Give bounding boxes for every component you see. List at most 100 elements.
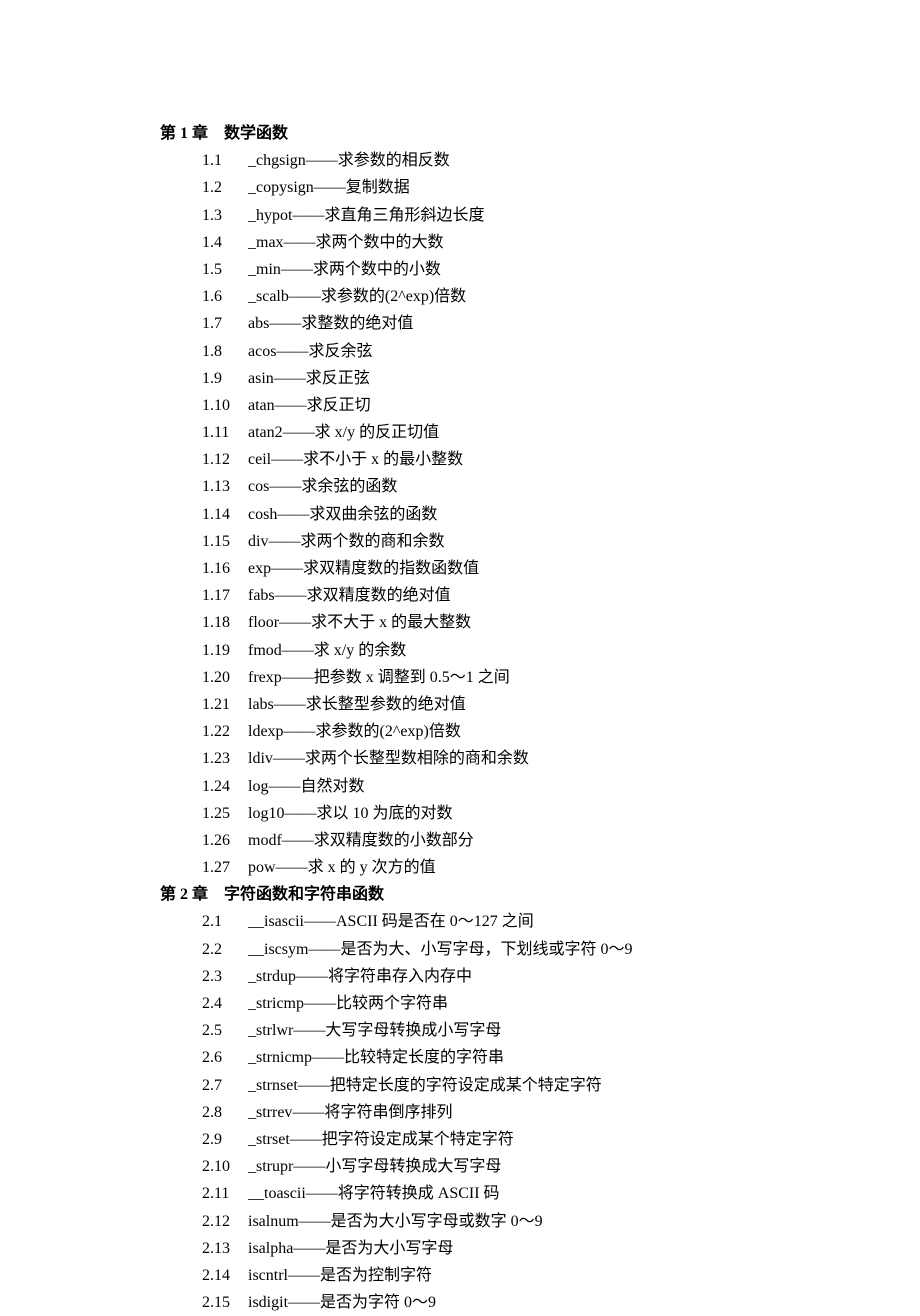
toc-item-desc: ——求两个长整型数相除的商和余数 — [273, 750, 529, 767]
toc-item-number: 1.17 — [202, 582, 248, 609]
chapter-2-title: 第 2 章 字符函数和字符串函数 — [160, 881, 920, 908]
toc-item: 2.14iscntrl——是否为控制字符 — [202, 1262, 920, 1289]
toc-item-number: 1.20 — [202, 664, 248, 691]
toc-item-func: _strlwr — [248, 1022, 293, 1039]
toc-item: 2.10_strupr——小写字母转换成大写字母 — [202, 1153, 920, 1180]
toc-item-desc: ——是否为大小写字母 — [293, 1240, 453, 1257]
chapter-name: 数学函数 — [224, 125, 288, 142]
toc-item-desc: ——求参数的相反数 — [306, 152, 450, 169]
toc-item-number: 1.4 — [202, 229, 248, 256]
toc-item-desc: ——是否为字符 0～9 — [288, 1294, 436, 1311]
toc-item: 1.13cos——求余弦的函数 — [202, 473, 920, 500]
toc-item-body: _hypot——求直角三角形斜边长度 — [248, 202, 484, 229]
document-page: 第 1 章 数学函数 1.1_chgsign——求参数的相反数1.2_copys… — [0, 0, 920, 1316]
toc-item-desc: ——求双精度数的小数部分 — [282, 832, 474, 849]
chapter-mid: 章 — [192, 886, 224, 903]
toc-item-func: _strset — [248, 1131, 290, 1148]
toc-item: 1.5_min——求两个数中的小数 — [202, 256, 920, 283]
toc-item: 1.6_scalb——求参数的(2^exp)倍数 — [202, 283, 920, 310]
toc-item-body: isalpha——是否为大小写字母 — [248, 1235, 453, 1262]
toc-item-number: 2.4 — [202, 990, 248, 1017]
toc-item-body: _max——求两个数中的大数 — [248, 229, 444, 256]
toc-item: 1.9asin——求反正弦 — [202, 365, 920, 392]
toc-item-number: 1.22 — [202, 718, 248, 745]
toc-item-func: pow — [248, 859, 276, 876]
toc-item-number: 1.3 — [202, 202, 248, 229]
toc-item-desc: ——求反余弦 — [276, 343, 372, 360]
toc-item-desc: ——求双精度数的指数函数值 — [271, 560, 479, 577]
toc-item-func: fabs — [248, 587, 275, 604]
toc-item-number: 1.23 — [202, 745, 248, 772]
toc-item-body: fmod——求 x/y 的余数 — [248, 637, 406, 664]
toc-item-number: 1.12 — [202, 446, 248, 473]
toc-item-func: isdigit — [248, 1294, 288, 1311]
toc-item: 2.11__toascii——将字符转换成 ASCII 码 — [202, 1180, 920, 1207]
toc-item-desc: ——比较特定长度的字符串 — [312, 1049, 504, 1066]
toc-item-body: isdigit——是否为字符 0～9 — [248, 1289, 436, 1316]
toc-item-body: ldexp——求参数的(2^exp)倍数 — [248, 718, 461, 745]
toc-item-func: frexp — [248, 669, 282, 686]
toc-item-body: ceil——求不小于 x 的最小整数 — [248, 446, 463, 473]
toc-item-func: _stricmp — [248, 995, 304, 1012]
toc-item-body: exp——求双精度数的指数函数值 — [248, 555, 479, 582]
toc-item: 2.6_strnicmp——比较特定长度的字符串 — [202, 1044, 920, 1071]
toc-item-body: log10——求以 10 为底的对数 — [248, 800, 452, 827]
toc-item: 1.23ldiv——求两个长整型数相除的商和余数 — [202, 745, 920, 772]
toc-item-desc: ——比较两个字符串 — [304, 995, 448, 1012]
toc-item-func: cosh — [248, 506, 277, 523]
toc-item-number: 1.14 — [202, 501, 248, 528]
toc-item-body: ldiv——求两个长整型数相除的商和余数 — [248, 745, 529, 772]
toc-item: 1.8acos——求反余弦 — [202, 338, 920, 365]
toc-item-body: _stricmp——比较两个字符串 — [248, 990, 448, 1017]
toc-item: 1.26modf——求双精度数的小数部分 — [202, 827, 920, 854]
toc-item-func: _min — [248, 261, 281, 278]
toc-item-number: 1.2 — [202, 174, 248, 201]
toc-item-body: _scalb——求参数的(2^exp)倍数 — [248, 283, 466, 310]
toc-item: 2.3_strdup——将字符串存入内存中 — [202, 963, 920, 990]
toc-item-desc: ——求不小于 x 的最小整数 — [271, 451, 463, 468]
toc-item-body: atan——求反正切 — [248, 392, 371, 419]
toc-item-desc: ——求 x/y 的反正切值 — [283, 424, 439, 441]
toc-item-number: 1.18 — [202, 609, 248, 636]
toc-item-body: atan2——求 x/y 的反正切值 — [248, 419, 439, 446]
toc-item-body: fabs——求双精度数的绝对值 — [248, 582, 451, 609]
toc-item: 2.7_strnset——把特定长度的字符设定成某个特定字符 — [202, 1072, 920, 1099]
toc-item-func: __toascii — [248, 1185, 306, 1202]
toc-item: 1.16exp——求双精度数的指数函数值 — [202, 555, 920, 582]
toc-item-body: iscntrl——是否为控制字符 — [248, 1262, 432, 1289]
toc-item-desc: ——是否为控制字符 — [288, 1267, 432, 1284]
toc-item: 1.24log——自然对数 — [202, 773, 920, 800]
toc-item-func: log10 — [248, 805, 284, 822]
toc-item-number: 2.13 — [202, 1235, 248, 1262]
toc-item-desc: ——将字符串倒序排列 — [292, 1104, 452, 1121]
toc-item-body: floor——求不大于 x 的最大整数 — [248, 609, 471, 636]
toc-item: 1.10atan——求反正切 — [202, 392, 920, 419]
toc-item-number: 2.3 — [202, 963, 248, 990]
toc-item-func: __isascii — [248, 913, 304, 930]
toc-item-number: 1.10 — [202, 392, 248, 419]
toc-item-body: labs——求长整型参数的绝对值 — [248, 691, 466, 718]
toc-item-body: __iscsym——是否为大、小写字母，下划线或字符 0～9 — [248, 936, 632, 963]
toc-item-body: _strlwr——大写字母转换成小写字母 — [248, 1017, 501, 1044]
toc-item-number: 1.13 — [202, 473, 248, 500]
toc-item-number: 1.9 — [202, 365, 248, 392]
toc-item-desc: ——求 x 的 y 次方的值 — [276, 859, 436, 876]
chapter-number: 2 — [176, 886, 192, 903]
toc-item-body: __isascii——ASCII 码是否在 0～127 之间 — [248, 908, 534, 935]
toc-item-func: _hypot — [248, 207, 292, 224]
chapter-1-title: 第 1 章 数学函数 — [160, 120, 920, 147]
toc-item-number: 1.7 — [202, 310, 248, 337]
toc-item-desc: ——小写字母转换成大写字母 — [293, 1158, 501, 1175]
toc-item-func: floor — [248, 614, 279, 631]
toc-item-desc: ——求整数的绝对值 — [269, 315, 413, 332]
toc-item-body: _strrev——将字符串倒序排列 — [248, 1099, 452, 1126]
toc-item-body: isalnum——是否为大小写字母或数字 0～9 — [248, 1208, 543, 1235]
toc-item-func: _copysign — [248, 179, 314, 196]
toc-item-body: __toascii——将字符转换成 ASCII 码 — [248, 1180, 500, 1207]
toc-item-func: div — [248, 533, 268, 550]
toc-item-number: 2.6 — [202, 1044, 248, 1071]
toc-item-func: asin — [248, 370, 274, 387]
toc-item-body: frexp——把参数 x 调整到 0.5～1 之间 — [248, 664, 510, 691]
toc-item: 1.2_copysign——复制数据 — [202, 174, 920, 201]
toc-item-desc: ——求长整型参数的绝对值 — [274, 696, 466, 713]
